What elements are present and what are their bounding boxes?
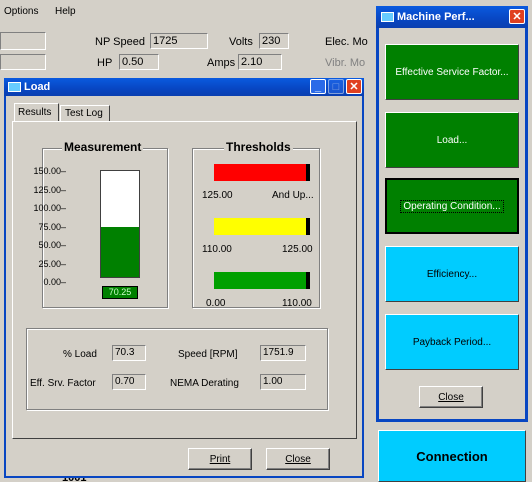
measurement-scale-tick: 50.00– [38,240,66,250]
print-button-label: Print [209,453,231,465]
close-x-button[interactable]: ✕ [346,79,362,94]
amps-field[interactable]: 2.10 [238,54,282,70]
pct-load-label: % Load [63,349,97,360]
efficiency-label: Efficiency... [426,268,478,280]
load-button-label: Load... [436,134,468,146]
menu-options[interactable]: Options [4,6,38,17]
speed-field[interactable]: 1751.9 [260,345,306,361]
measurement-value: 70.25 [102,286,138,299]
pct-load-field[interactable]: 70.3 [112,345,146,361]
threshold-red-bar [214,164,310,181]
measurement-scale-tick: 75.00– [38,221,66,232]
threshold-green-bar [214,272,310,289]
measurement-scale: 150.00– 125.00– 100.00– 75.00– 50.00– 25.00– 0… [32,166,72,287]
print-button[interactable]: Print [188,448,252,470]
amps-label: Amps [207,57,236,69]
measurement-title: Measurement [62,140,144,154]
hp-label: HP [97,57,113,69]
machine-perf-window: Machine Perf... ✕ Effective Service Fact… [376,6,528,422]
hp-field[interactable]: 0.50 [119,54,159,70]
connection-button[interactable]: Connection [378,430,526,482]
effective-service-factor-label: Effective Service Factor... [395,66,509,78]
menu-help[interactable]: Help [55,6,76,17]
machine-close-x-button[interactable]: ✕ [509,9,525,24]
eff-label: Eff. Srv. Factor [30,378,96,389]
bg-empty-field-1 [0,32,46,50]
nema-field[interactable]: 1.00 [260,374,306,390]
machine-app-icon [381,12,394,22]
speed-label: Speed [RPM] [178,349,238,360]
payback-period-button[interactable]: Payback Period... [385,314,519,370]
effective-service-factor-button[interactable]: Effective Service Factor... [385,44,519,100]
measurement-gauge-fill [101,227,139,277]
volts-label: Volts [229,36,253,48]
tab-test-log[interactable]: Test Log [60,105,110,121]
load-titlebar[interactable]: Load _ □ ✕ [4,78,364,96]
operating-condition-label: Operating Condition... [400,199,504,213]
measurement-scale-tick: 100.00– [33,203,66,213]
load-close-button[interactable]: Close [266,448,330,470]
np-speed-label: NP Speed [95,36,145,48]
machine-close-button[interactable]: Close [419,386,483,408]
tab-results-label: Results [18,107,52,118]
payback-period-label: Payback Period... [412,336,492,348]
machine-close-button-label: Close [438,391,464,403]
load-close-button-label: Close [285,453,311,465]
np-speed-field[interactable]: 1725 [150,33,208,49]
tab-test-log-label: Test Log [65,108,103,119]
threshold-yellow-low: 110.00 [202,244,232,255]
measurement-scale-tick: 25.00– [38,258,66,269]
load-app-icon [8,82,21,92]
load-window: Load _ □ ✕ Results Test Log Measurement … [4,78,364,478]
efficiency-button[interactable]: Efficiency... [385,246,519,302]
eff-field[interactable]: 0.70 [112,374,146,390]
menu-bar: Options Help [0,0,375,20]
connection-label: Connection [416,448,488,464]
threshold-yellow-high: 125.00 [282,244,313,255]
bg-empty-field-2 [0,54,46,70]
machine-title: Machine Perf... [397,11,475,23]
load-title: Load [24,81,51,93]
elec-label: Elec. Mo [325,36,368,48]
stats-group [26,328,328,410]
load-button[interactable]: Load... [385,112,519,168]
threshold-green-low: 0.00 [206,298,226,309]
tab-results[interactable]: Results [14,103,59,121]
machine-titlebar[interactable]: Machine Perf... ✕ [376,6,528,28]
measurement-scale-tick: 150.00– [33,166,66,176]
vibr-label: Vibr. Mo [325,57,366,69]
threshold-red-low: 125.00 [202,190,233,201]
measurement-gauge [100,170,140,278]
measurement-scale-tick: 0.00– [43,277,66,287]
thresholds-title: Thresholds [224,140,293,154]
volts-field[interactable]: 230 [259,33,289,49]
measurement-scale-tick: 125.00– [33,184,66,195]
operating-condition-button[interactable]: Operating Condition... [385,178,519,234]
threshold-green-high: 110.00 [282,298,312,309]
threshold-yellow-bar [214,218,310,235]
minimize-button[interactable]: _ [310,79,326,94]
nema-label: NEMA Derating [170,378,239,389]
threshold-red-high: And Up... [272,190,314,201]
maximize-button[interactable]: □ [328,79,344,94]
